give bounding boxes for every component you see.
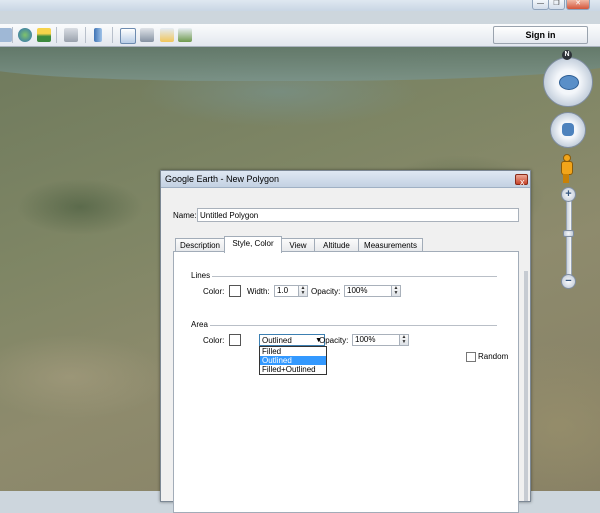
toolbar-separator (56, 27, 57, 43)
lines-width-label: Width: (247, 287, 270, 296)
tab-measurements[interactable]: Measurements (358, 238, 423, 252)
tab-style-color[interactable]: Style, Color (224, 236, 282, 253)
print-icon[interactable] (140, 28, 154, 42)
lines-color-swatch[interactable] (229, 285, 241, 297)
look-control[interactable] (543, 57, 593, 107)
window-title-bar: — ❐ ✕ (0, 0, 600, 11)
dialog-scrollbar[interactable] (524, 271, 528, 501)
area-divider (210, 325, 497, 326)
lines-color-label: Color: (203, 287, 225, 296)
toolbar-partial-icon[interactable] (0, 28, 12, 42)
north-button[interactable]: N (562, 50, 572, 60)
lines-opacity-value: 100% (347, 286, 368, 295)
option-outlined[interactable]: Outlined (260, 356, 326, 365)
restore-button[interactable]: ❐ (548, 0, 565, 10)
toolbar-separator (112, 27, 113, 43)
style-color-panel: Lines Color: Width: 1.0 ▲ ▼ Opacity: 100%… (173, 251, 519, 513)
area-opacity-value: 100% (355, 335, 376, 344)
name-input[interactable] (197, 208, 519, 222)
option-filled[interactable]: Filled (260, 347, 326, 356)
area-group-label: Area (191, 320, 208, 329)
dialog-title: Google Earth - New Polygon (165, 174, 280, 184)
maps-icon[interactable] (160, 28, 174, 42)
zoom-slider-handle[interactable] (563, 230, 574, 237)
lines-width-value: 1.0 (277, 286, 289, 295)
zoom-out-button[interactable]: − (561, 274, 576, 289)
close-icon: ✕ (575, 0, 581, 7)
sunlight-icon[interactable] (37, 28, 51, 42)
tab-altitude[interactable]: Altitude (314, 238, 359, 252)
option-filled-outlined[interactable]: Filled+Outlined (260, 365, 326, 374)
river-terrain (0, 47, 600, 81)
lines-group-label: Lines (191, 271, 211, 280)
hand-icon (562, 123, 574, 136)
toolbar-separator (85, 27, 86, 43)
random-checkbox[interactable] (466, 352, 476, 362)
area-fill-options: Filled Outlined Filled+Outlined (259, 346, 327, 375)
area-fill-selected: Outlined (262, 336, 292, 345)
eye-icon (559, 75, 579, 90)
area-opacity-stepper[interactable]: 100% ▲ ▼ (352, 334, 409, 346)
pegman-icon[interactable] (561, 154, 573, 184)
lines-divider (212, 276, 497, 277)
lines-width-stepper[interactable]: 1.0 ▲ ▼ (274, 285, 308, 297)
random-label: Random (478, 352, 509, 361)
move-control[interactable] (550, 112, 586, 148)
minimize-button[interactable]: — (532, 0, 549, 10)
area-opacity-label: Opacity: (319, 336, 349, 345)
name-label: Name: (173, 211, 197, 220)
stepper-arrows-icon[interactable]: ▲ ▼ (298, 286, 307, 296)
stepper-arrows-icon[interactable]: ▲ ▼ (391, 286, 400, 296)
close-icon: x (520, 177, 525, 187)
photo-icon[interactable] (178, 28, 192, 42)
dialog-close-button[interactable]: x (515, 174, 528, 187)
dialog-title-bar[interactable]: Google Earth - New Polygon x (161, 171, 530, 188)
area-color-label: Color: (203, 336, 225, 345)
toolbar-separator (12, 27, 13, 43)
ruler-icon[interactable] (94, 28, 102, 42)
zoom-in-button[interactable]: + (561, 187, 576, 202)
sign-in-button[interactable]: Sign in (493, 26, 588, 44)
area-color-swatch[interactable] (229, 334, 241, 346)
new-polygon-dialog: Google Earth - New Polygon x Name: Descr… (160, 170, 531, 513)
email-icon[interactable] (120, 28, 136, 44)
earth-history-icon[interactable] (18, 28, 32, 42)
restore-icon: ❐ (553, 0, 560, 7)
stepper-arrows-icon[interactable]: ▲ ▼ (399, 335, 408, 345)
toolbar: Sign in (0, 24, 600, 47)
lines-opacity-stepper[interactable]: 100% ▲ ▼ (344, 285, 401, 297)
tab-view[interactable]: View (281, 238, 315, 252)
tab-description[interactable]: Description (175, 238, 225, 252)
zoom-slider[interactable] (566, 196, 572, 278)
lines-opacity-label: Opacity: (311, 287, 341, 296)
close-window-button[interactable]: ✕ (566, 0, 590, 10)
minimize-icon: — (537, 0, 544, 7)
planet-icon[interactable] (64, 28, 78, 42)
area-fill-select[interactable]: Outlined ▼ (259, 334, 325, 346)
